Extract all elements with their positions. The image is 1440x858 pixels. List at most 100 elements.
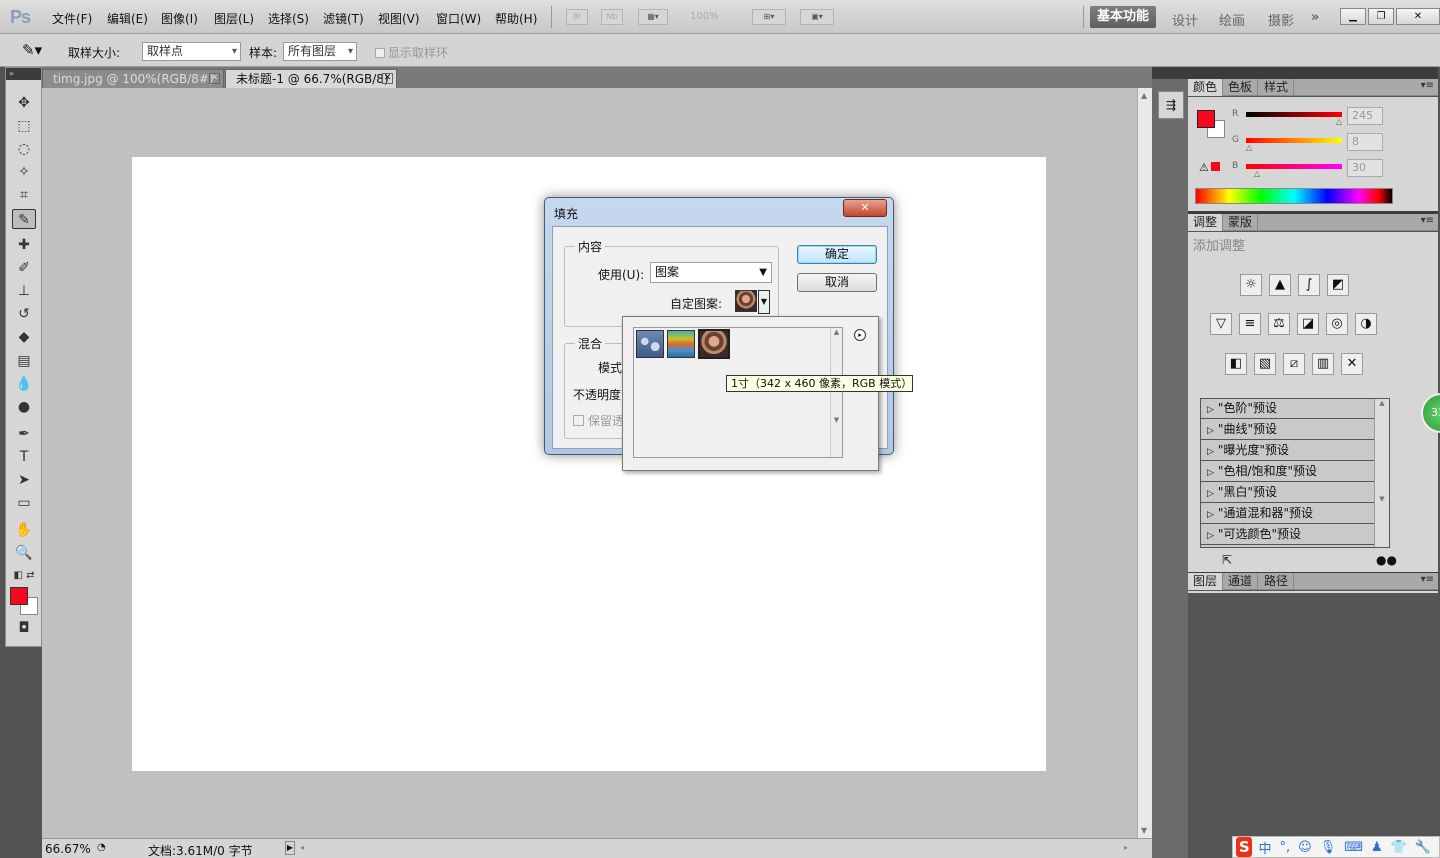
tab-swatches[interactable]: 色板 bbox=[1223, 79, 1259, 96]
microphone-icon[interactable]: 🎙 bbox=[1320, 840, 1337, 855]
marquee-tool-icon[interactable]: ⬚ bbox=[12, 116, 36, 136]
skin-icon[interactable]: 👕 bbox=[1391, 840, 1407, 855]
pattern-bubbles[interactable] bbox=[636, 330, 664, 358]
color-panel-foreground[interactable] bbox=[1197, 110, 1215, 128]
keyboard-icon[interactable]: ⌨ bbox=[1344, 840, 1363, 855]
tab-color[interactable]: 颜色 bbox=[1188, 79, 1224, 96]
healing-brush-tool-icon[interactable]: ✚ bbox=[12, 235, 36, 255]
cancel-button[interactable]: 取消 bbox=[797, 273, 877, 292]
warning-icon[interactable]: ⚠ bbox=[1199, 161, 1220, 174]
foreground-color-swatch[interactable] bbox=[10, 587, 28, 605]
dodge-tool-icon[interactable]: ● bbox=[12, 397, 36, 417]
pattern-portrait[interactable] bbox=[698, 329, 730, 359]
panel-menu-icon[interactable]: ▾≡ bbox=[1421, 80, 1434, 91]
slider-thumb[interactable]: △ bbox=[1336, 117, 1342, 126]
workspace-painting[interactable]: 绘画 bbox=[1219, 10, 1245, 29]
tab-layers[interactable]: 图层 bbox=[1188, 573, 1224, 590]
slider-track[interactable] bbox=[1246, 138, 1342, 143]
checkbox-box[interactable] bbox=[375, 48, 385, 58]
expand-icon[interactable]: ▷ bbox=[1207, 531, 1214, 541]
preset-scrollbar[interactable]: ▲ ▼ bbox=[1374, 399, 1389, 547]
invert-icon[interactable]: ◧ bbox=[1225, 353, 1247, 375]
menu-select[interactable]: 选择(S) bbox=[268, 10, 309, 27]
punctuation-icon[interactable]: °, bbox=[1279, 840, 1290, 855]
minimize-icon[interactable]: ▁ bbox=[1340, 8, 1366, 25]
preset-channel-mixer[interactable]: ▷ "通道混和器"预设 bbox=[1201, 504, 1375, 524]
preset-hue-saturation[interactable]: ▷ "色相/饱和度"预设 bbox=[1201, 462, 1375, 482]
curves-icon[interactable]: ∫ bbox=[1298, 274, 1320, 296]
use-select[interactable]: 图案 ▼ bbox=[650, 262, 772, 283]
workspace-more[interactable]: » bbox=[1311, 10, 1319, 25]
preserve-transparency-checkbox[interactable]: 保留透 bbox=[573, 412, 624, 429]
sogou-logo-icon[interactable]: S bbox=[1236, 837, 1253, 857]
settings-icon[interactable]: 🔧 bbox=[1415, 840, 1431, 855]
selective-color-icon[interactable]: ✕ bbox=[1341, 353, 1363, 375]
ok-button[interactable]: 确定 bbox=[797, 245, 877, 264]
expand-icon[interactable]: ▷ bbox=[1207, 447, 1214, 457]
quick-mask-icon[interactable]: ◘ bbox=[12, 618, 36, 638]
hand-tool-icon[interactable]: ✋ bbox=[12, 520, 36, 540]
menu-edit[interactable]: 编辑(E) bbox=[107, 10, 148, 27]
channel-value[interactable]: 8 bbox=[1347, 133, 1383, 151]
scroll-up-icon[interactable]: ▲ bbox=[1141, 91, 1147, 100]
expand-icon[interactable]: ▷ bbox=[1207, 405, 1214, 415]
menu-image[interactable]: 图像(I) bbox=[161, 10, 198, 27]
hscroll-right-icon[interactable]: ▸ bbox=[1124, 843, 1128, 852]
status-menu-icon[interactable]: ▶ bbox=[285, 841, 295, 855]
levels-icon[interactable]: ▲ bbox=[1269, 274, 1291, 296]
close-icon[interactable]: ✕ bbox=[1396, 8, 1440, 25]
quick-select-tool-icon[interactable]: ✧ bbox=[12, 162, 36, 182]
picker-menu-icon[interactable]: ▸ bbox=[854, 329, 866, 341]
swap-colors-icon[interactable]: ◧ ⇄ bbox=[12, 566, 36, 586]
shape-tool-icon[interactable]: ▭ bbox=[12, 493, 36, 513]
bridge-icon[interactable]: Br bbox=[566, 9, 588, 25]
preset-curves[interactable]: ▷ "曲线"预设 bbox=[1201, 420, 1375, 440]
panel-menu-icon[interactable]: ▾≡ bbox=[1421, 574, 1434, 585]
checkbox-box[interactable] bbox=[573, 415, 584, 426]
close-icon[interactable]: ✕ bbox=[382, 73, 393, 84]
menu-view[interactable]: 视图(V) bbox=[378, 10, 420, 27]
menu-window[interactable]: 窗口(W) bbox=[436, 10, 481, 27]
pattern-scrollbar[interactable]: ▲ ▼ bbox=[830, 328, 842, 457]
slider-track[interactable] bbox=[1246, 164, 1342, 169]
visibility-icon[interactable]: ●● bbox=[1376, 553, 1397, 567]
move-tool-icon[interactable]: ✥ bbox=[12, 93, 36, 113]
exposure-icon[interactable]: ◩ bbox=[1327, 274, 1349, 296]
emoji-icon[interactable]: ☺ bbox=[1298, 840, 1312, 855]
threshold-icon[interactable]: ⧄ bbox=[1283, 353, 1305, 375]
hue-saturation-icon[interactable]: ≡ bbox=[1239, 313, 1261, 335]
brightness-icon[interactable]: ☼ bbox=[1240, 274, 1262, 296]
workspace-essentials[interactable]: 基本功能 bbox=[1090, 6, 1156, 28]
lasso-tool-icon[interactable]: ◌ bbox=[12, 139, 36, 159]
preset-levels[interactable]: ▷ "色阶"预设 bbox=[1201, 399, 1375, 419]
black-white-icon[interactable]: ◪ bbox=[1297, 313, 1319, 335]
expand-icon[interactable]: ▷ bbox=[1207, 489, 1214, 499]
eraser-tool-icon[interactable]: ◆ bbox=[12, 327, 36, 347]
close-icon[interactable]: ✕ bbox=[209, 73, 220, 84]
eyedropper-tool-icon[interactable]: ✎ bbox=[12, 209, 36, 229]
status-info-icon[interactable]: ◔ bbox=[97, 842, 106, 853]
slider-green[interactable]: G △ 8 bbox=[1232, 133, 1432, 153]
expand-icon[interactable]: ▷ bbox=[1207, 510, 1214, 520]
sample-size-select[interactable]: 取样点 bbox=[142, 42, 241, 61]
slider-track[interactable] bbox=[1246, 112, 1342, 117]
return-to-list-icon[interactable]: ⇱ bbox=[1222, 553, 1232, 567]
crop-tool-icon[interactable]: ⌗ bbox=[12, 185, 36, 205]
type-tool-icon[interactable]: T bbox=[12, 447, 36, 467]
slider-blue[interactable]: B △ 30 bbox=[1232, 159, 1432, 179]
slider-red[interactable]: R △ 245 bbox=[1232, 107, 1432, 127]
sample-select[interactable]: 所有图层 bbox=[283, 42, 357, 61]
tab-channels[interactable]: 通道 bbox=[1223, 573, 1259, 590]
menu-file[interactable]: 文件(F) bbox=[52, 10, 92, 27]
status-zoom[interactable]: 66.67% bbox=[45, 842, 91, 856]
screen-mode-icon[interactable]: ▣▾ bbox=[800, 9, 834, 25]
photo-filter-icon[interactable]: ◎ bbox=[1326, 313, 1348, 335]
expand-icon[interactable]: ▷ bbox=[1207, 426, 1214, 436]
custom-pattern-swatch[interactable] bbox=[735, 290, 757, 312]
color-spectrum-bar[interactable] bbox=[1195, 188, 1393, 204]
vertical-scrollbar[interactable]: ▲ ▼ bbox=[1137, 88, 1152, 838]
workspace-photography[interactable]: 摄影 bbox=[1268, 10, 1294, 29]
scroll-down-icon[interactable]: ▼ bbox=[1141, 826, 1147, 835]
menu-filter[interactable]: 滤镜(T) bbox=[323, 10, 364, 27]
expand-icon[interactable]: ▷ bbox=[1207, 468, 1214, 478]
